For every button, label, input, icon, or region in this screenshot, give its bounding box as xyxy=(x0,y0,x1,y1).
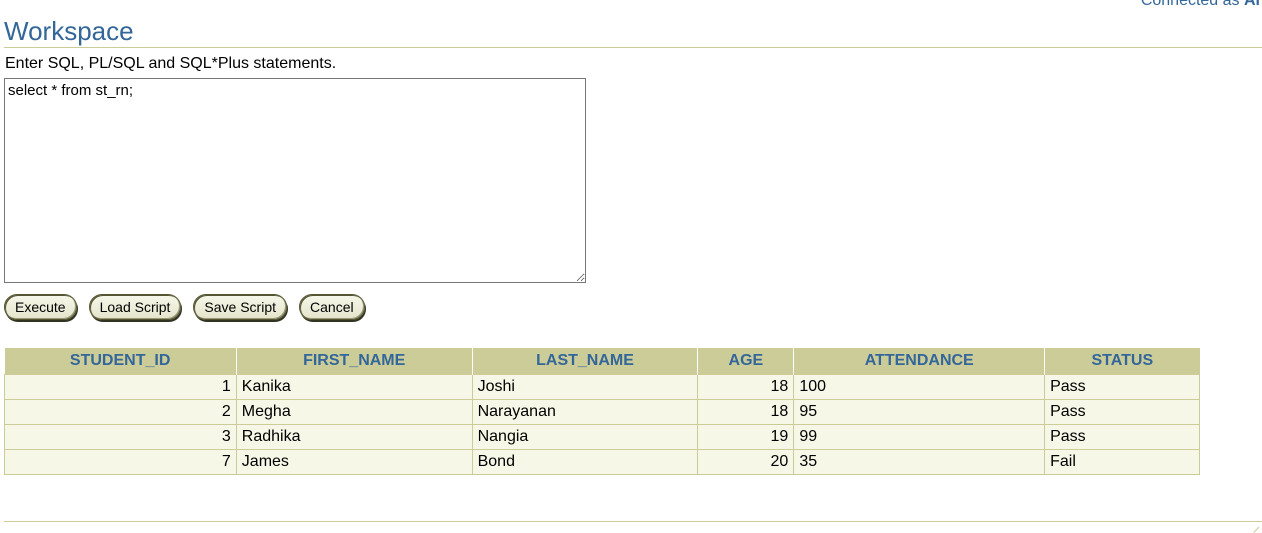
cell-student-id: 2 xyxy=(4,398,237,425)
action-buttons: Execute Load Script Save Script Cancel xyxy=(4,294,365,320)
execute-button[interactable]: Execute xyxy=(4,294,77,320)
cell-attendance: 95 xyxy=(793,398,1046,425)
cancel-button[interactable]: Cancel xyxy=(299,294,365,320)
cell-status: Pass xyxy=(1044,423,1200,450)
connected-label: Connected as xyxy=(1140,0,1240,9)
column-header-status: STATUS xyxy=(1044,348,1200,374)
column-header-attendance: ATTENDANCE xyxy=(793,348,1045,374)
cell-status: Fail xyxy=(1044,448,1200,475)
cell-student-id: 1 xyxy=(4,373,237,400)
column-header-age: AGE xyxy=(697,348,794,374)
cell-last-name: Nangia xyxy=(471,423,699,450)
connected-user: Al xyxy=(1244,0,1260,9)
cell-age: 19 xyxy=(697,423,795,450)
cell-first-name: James xyxy=(235,448,473,475)
column-header-student-id: STUDENT_ID xyxy=(4,348,237,374)
column-header-first-name: FIRST_NAME xyxy=(235,348,473,374)
connection-status: Connected as Al xyxy=(1141,0,1260,10)
cell-last-name: Narayanan xyxy=(471,398,699,425)
cell-student-id: 3 xyxy=(4,423,237,450)
footer-divider xyxy=(4,521,1262,522)
cell-last-name: Bond xyxy=(471,448,699,475)
save-script-button[interactable]: Save Script xyxy=(193,294,288,320)
table-row: 2 Megha Narayanan 18 95 Pass xyxy=(4,398,1200,425)
column-header-last-name: LAST_NAME xyxy=(471,348,698,374)
cell-age: 18 xyxy=(697,373,795,400)
cell-attendance: 35 xyxy=(793,448,1046,475)
cell-age: 18 xyxy=(697,398,795,425)
sql-workspace-page: Connected as Al Workspace Enter SQL, PL/… xyxy=(0,0,1262,533)
table-row: 7 James Bond 20 35 Fail xyxy=(4,448,1200,475)
cell-attendance: 99 xyxy=(793,423,1046,450)
results-table: STUDENT_ID FIRST_NAME LAST_NAME AGE ATTE… xyxy=(4,348,1200,475)
resize-grip-icon xyxy=(1247,520,1260,533)
cell-last-name: Joshi xyxy=(471,373,699,400)
results-header-row: STUDENT_ID FIRST_NAME LAST_NAME AGE ATTE… xyxy=(4,348,1200,374)
page-title: Workspace xyxy=(4,16,134,46)
cell-status: Pass xyxy=(1044,373,1200,400)
cell-student-id: 7 xyxy=(4,448,237,475)
load-script-button[interactable]: Load Script xyxy=(88,294,182,320)
cell-first-name: Megha xyxy=(235,398,473,425)
instructions-text: Enter SQL, PL/SQL and SQL*Plus statement… xyxy=(5,55,337,72)
cell-first-name: Kanika xyxy=(235,373,473,400)
table-row: 3 Radhika Nangia 19 99 Pass xyxy=(4,423,1200,450)
cell-attendance: 100 xyxy=(793,373,1046,400)
cell-age: 20 xyxy=(697,448,795,475)
table-row: 1 Kanika Joshi 18 100 Pass xyxy=(4,373,1200,400)
cell-first-name: Radhika xyxy=(235,423,473,450)
sql-editor[interactable] xyxy=(4,78,586,283)
title-divider xyxy=(4,47,1262,48)
cell-status: Pass xyxy=(1044,398,1200,425)
